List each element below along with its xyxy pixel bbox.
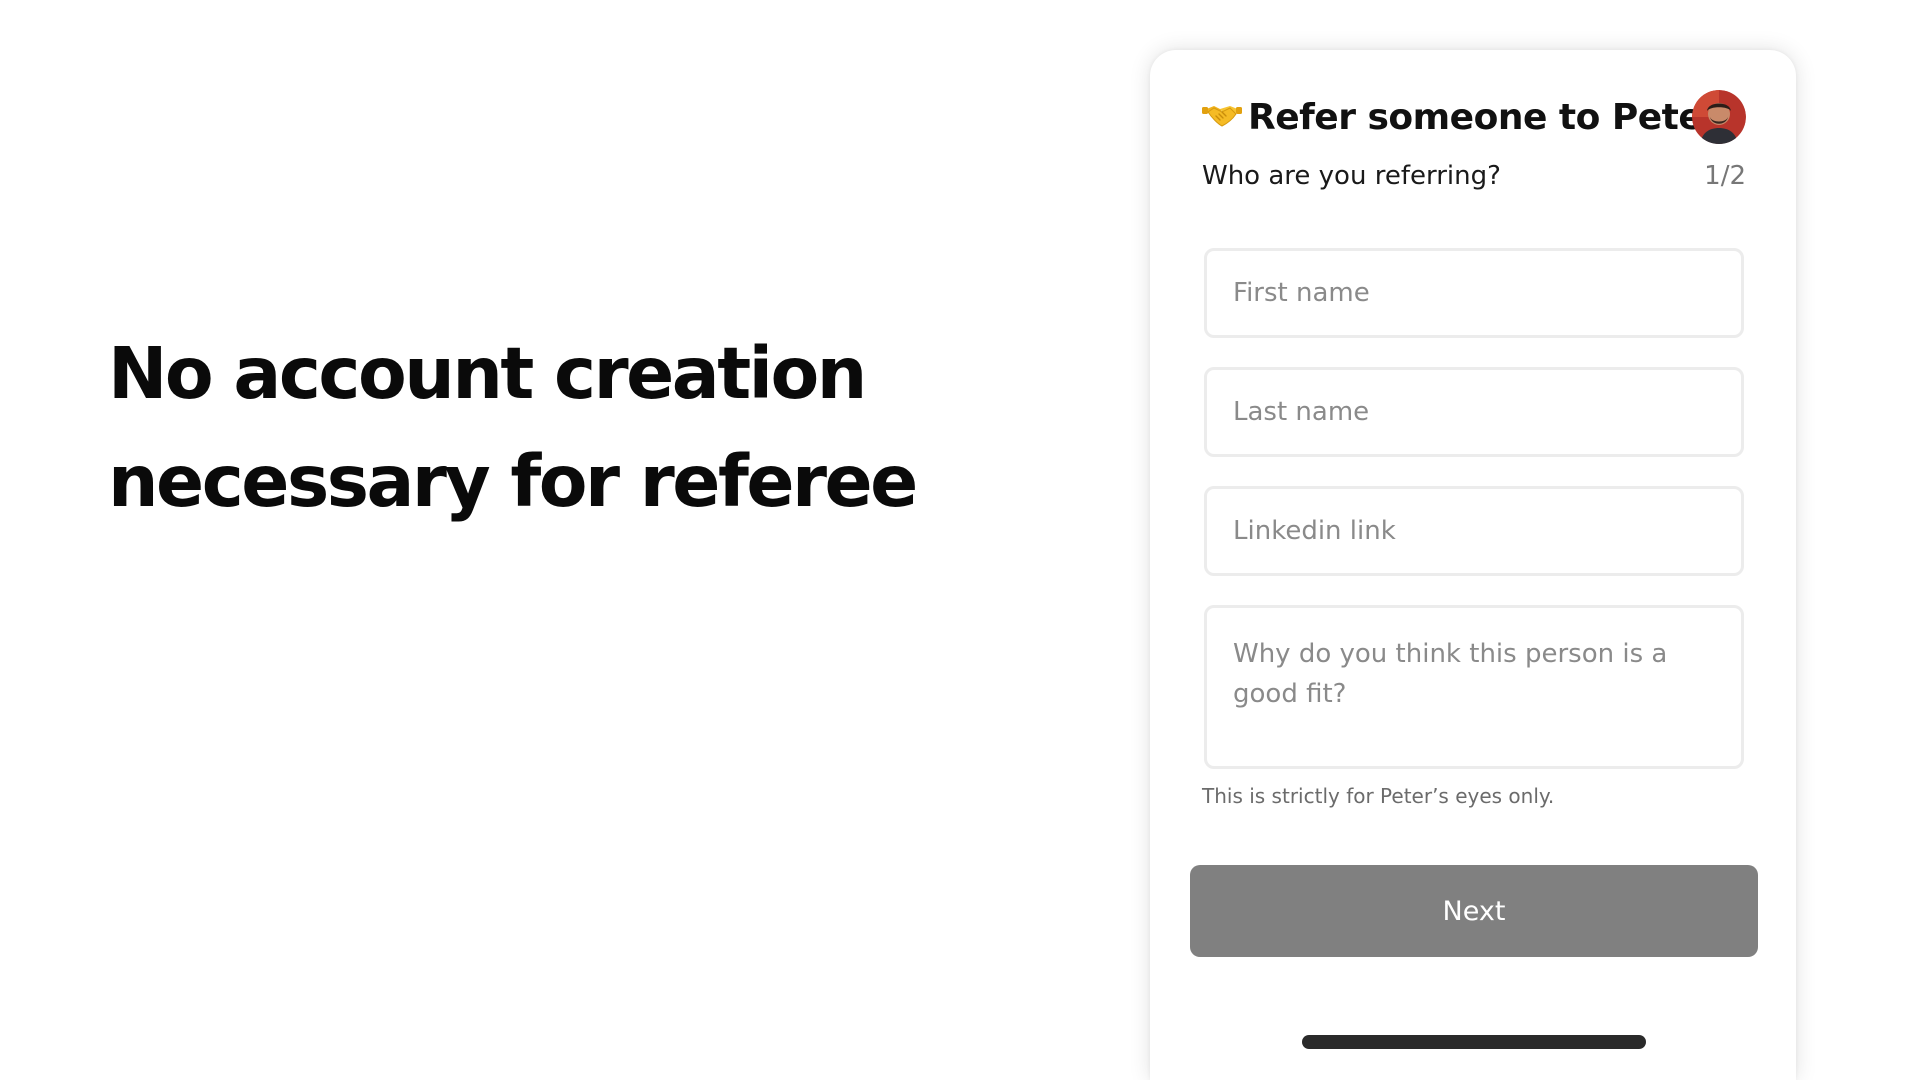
last-name-input[interactable]	[1204, 367, 1744, 457]
form-question: Who are you referring?	[1202, 161, 1501, 191]
handshake-icon	[1202, 96, 1242, 136]
avatar[interactable]	[1692, 90, 1746, 144]
card-header: Refer someone to Peter	[1202, 90, 1746, 146]
referral-form-card: Refer someone to Peter Who are you refer…	[1150, 50, 1796, 1080]
slide: No account creation necessary for refere…	[0, 0, 1920, 1080]
first-name-input[interactable]	[1204, 248, 1744, 338]
privacy-helper-text: This is strictly for Peter’s eyes only.	[1202, 784, 1555, 808]
home-indicator	[1302, 1035, 1646, 1049]
headline-line-1: No account creation	[108, 332, 867, 415]
headline-line-2: necessary for referee	[108, 440, 918, 523]
step-counter: 1/2	[1704, 161, 1746, 191]
linkedin-link-input[interactable]	[1204, 486, 1744, 576]
next-button[interactable]: Next	[1190, 865, 1758, 957]
card-title: Refer someone to Peter	[1248, 97, 1720, 138]
reason-textarea[interactable]	[1204, 605, 1744, 769]
slide-headline: No account creation necessary for refere…	[108, 320, 988, 536]
step-header: Who are you referring? 1/2	[1202, 156, 1746, 196]
